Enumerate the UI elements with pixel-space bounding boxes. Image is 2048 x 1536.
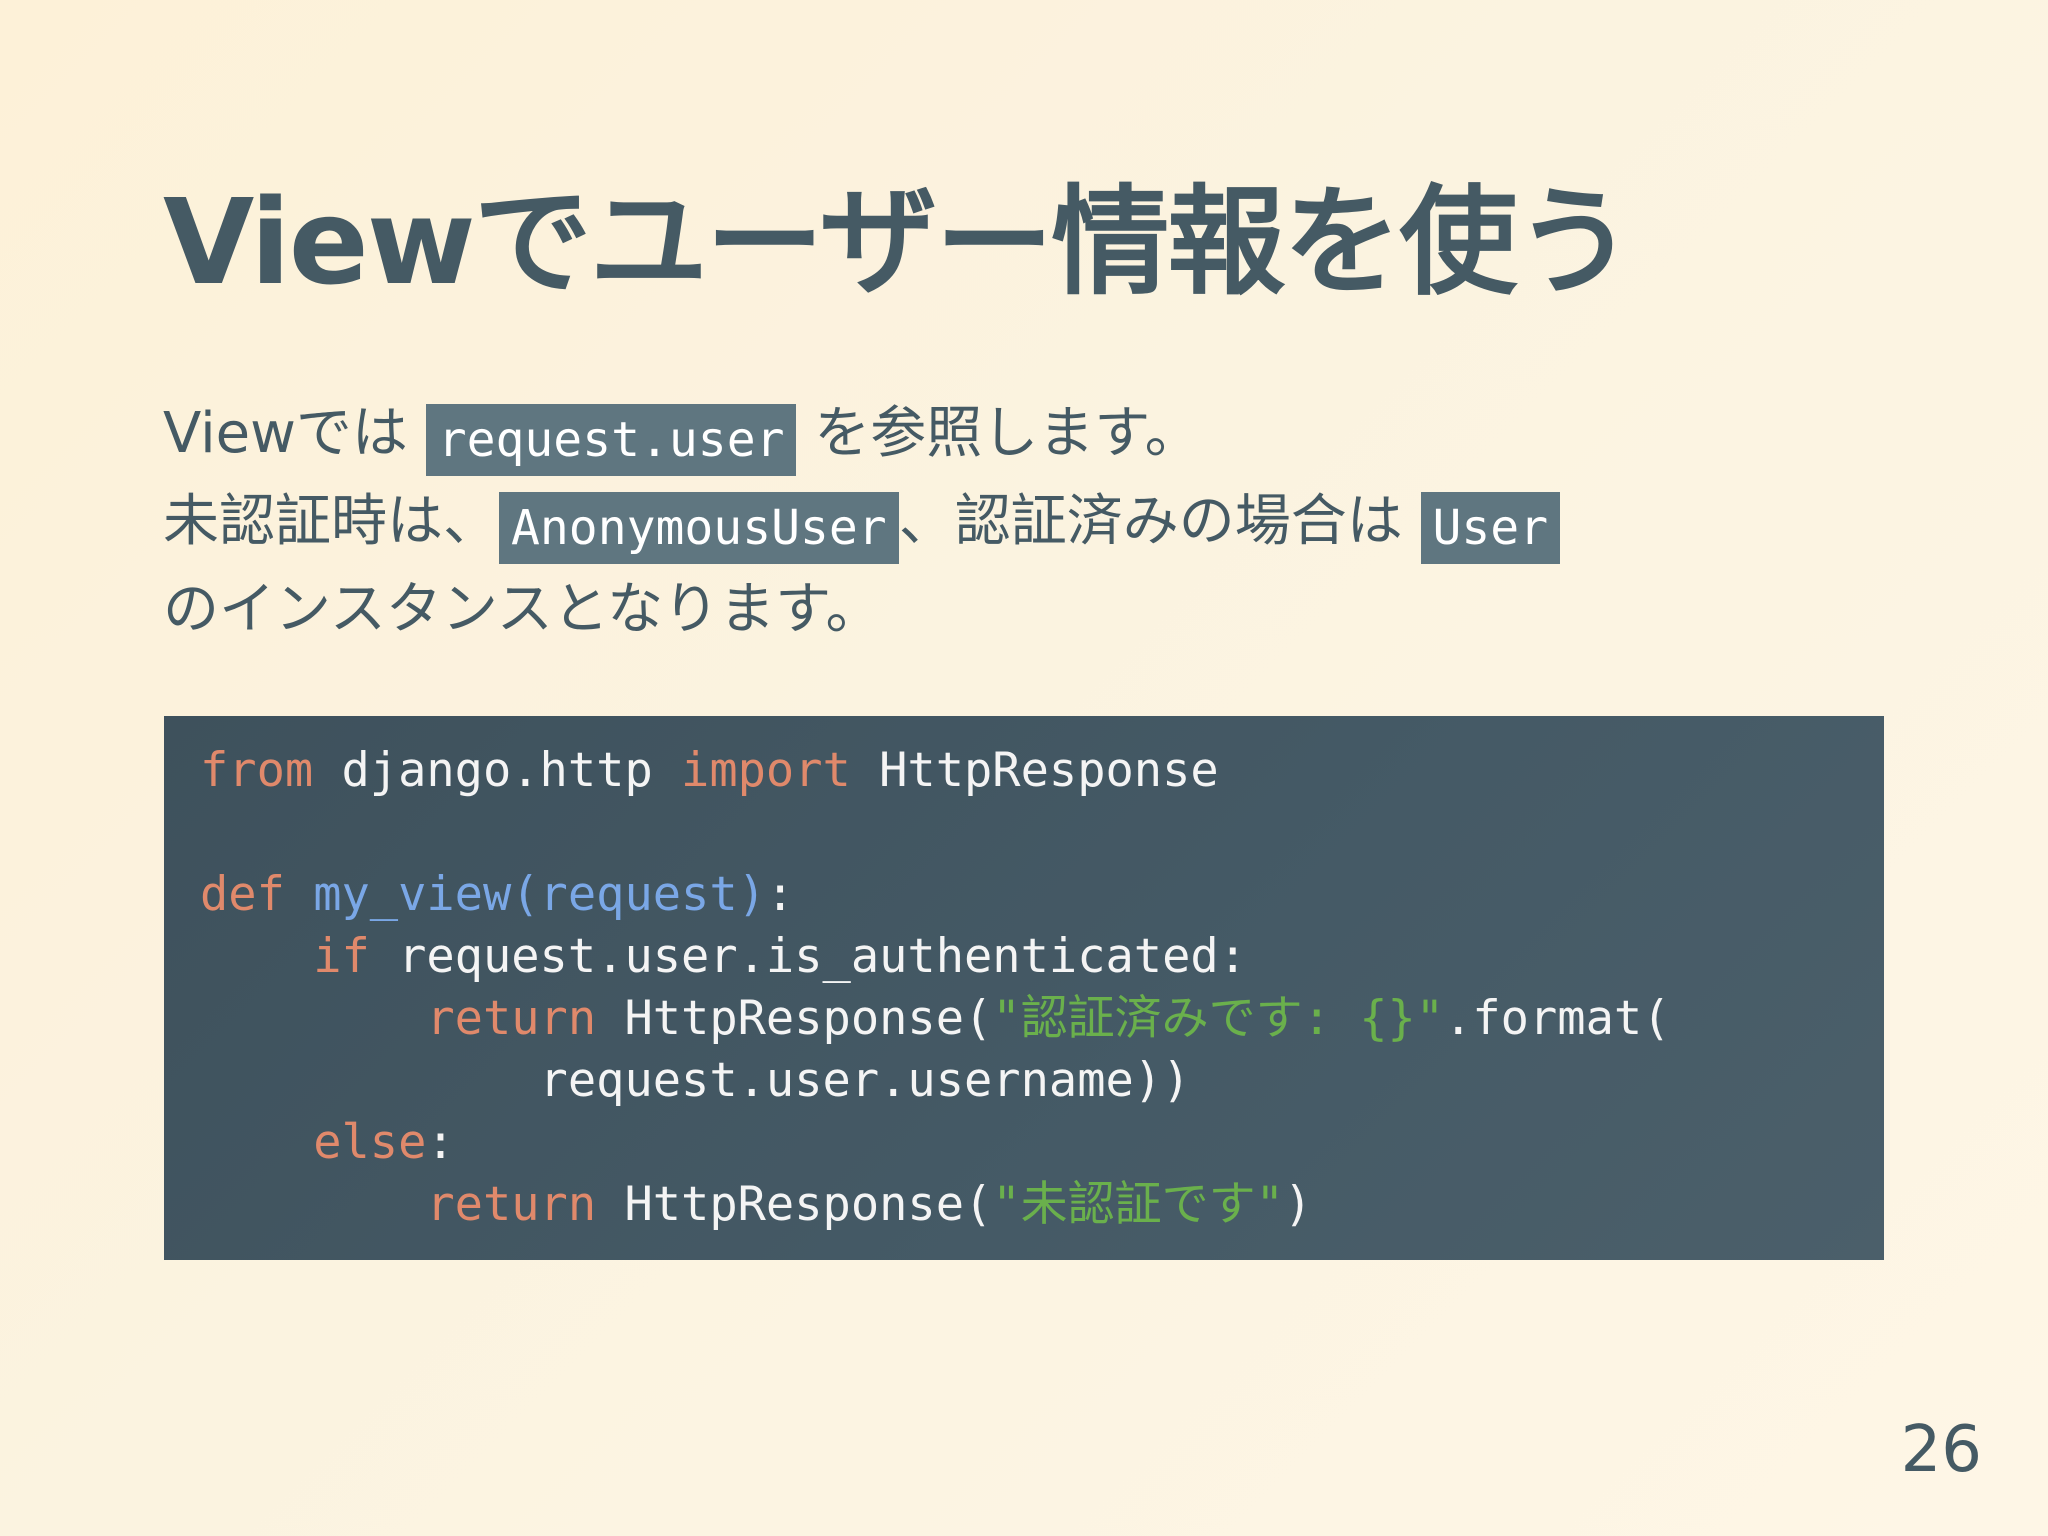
code-text: ) <box>1283 1177 1313 1232</box>
code-text: HttpResponse( <box>596 991 993 1046</box>
code-keyword: else <box>313 1115 427 1170</box>
body-text: を参照します。 <box>796 401 1201 466</box>
body-text: Viewでは <box>163 401 426 466</box>
code-line-1: from django.http import HttpResponse <box>200 740 1848 802</box>
code-keyword: import <box>681 743 851 798</box>
inline-code-anonymous-user: AnonymousUser <box>499 492 899 564</box>
code-line-6: request.user.username)) <box>200 1053 1191 1108</box>
code-text: HttpResponse( <box>596 1177 993 1232</box>
code-string: "未認証です" <box>992 1177 1284 1232</box>
code-params: (request) <box>511 867 766 922</box>
code-keyword: def <box>200 867 285 922</box>
code-text: : <box>426 1115 455 1170</box>
code-line-7: else: <box>200 1112 1848 1174</box>
page-number: 26 <box>1900 1413 1982 1487</box>
body-line-1: Viewでは request.user を参照します。 <box>163 390 1883 478</box>
code-line-4: if request.user.is_authenticated: <box>200 926 1848 988</box>
code-keyword: from <box>200 743 314 798</box>
code-text: request.user.is_authenticated: <box>369 929 1247 984</box>
inline-code-request-user: request.user <box>425 404 797 476</box>
code-text: .format( <box>1444 991 1671 1046</box>
inline-code-user: User <box>1420 492 1561 564</box>
code-text: django.http <box>313 743 682 798</box>
body-line-2: 未認証時は、 AnonymousUser 、認証済みの場合は User <box>163 478 1883 566</box>
code-keyword: return <box>426 1177 597 1232</box>
body-line-3: のインスタンスとなります。 <box>163 566 1883 654</box>
body-text: 、認証済みの場合は <box>898 489 1421 554</box>
body-text: 未認証時は、 <box>163 489 499 554</box>
slide-title: Viewでユーザー情報を使う <box>163 173 1633 311</box>
code-keyword: return <box>426 991 597 1046</box>
code-line-3: def my_view(request): <box>200 864 1848 926</box>
code-keyword: if <box>313 929 370 984</box>
code-text: HttpResponse <box>850 743 1219 798</box>
slide: Viewでユーザー情報を使う Viewでは request.user を参照しま… <box>0 0 2048 1536</box>
code-function-name: my_view <box>313 867 512 922</box>
code-line-5: return HttpResponse("認証済みです: {}".format( <box>200 988 1848 1050</box>
slide-body: Viewでは request.user を参照します。 未認証時は、 Anonym… <box>163 390 1883 654</box>
code-text: : <box>765 867 795 922</box>
code-block: from django.http import HttpResponse def… <box>164 716 1884 1260</box>
code-line-8: return HttpResponse("未認証です") <box>200 1174 1848 1236</box>
body-text: のインスタンスとなります。 <box>163 577 882 642</box>
code-string: "認証済みです: {}" <box>992 991 1445 1046</box>
